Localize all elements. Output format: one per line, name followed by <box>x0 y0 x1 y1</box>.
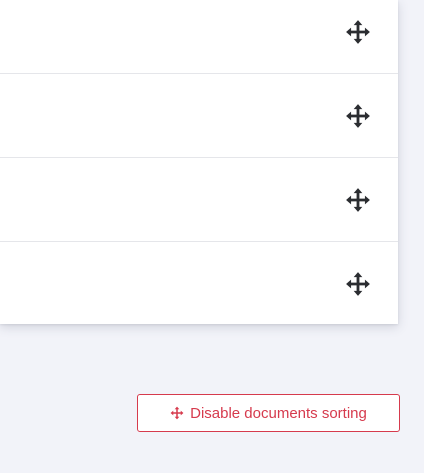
move-arrows-icon[interactable] <box>344 186 372 214</box>
move-arrows-icon[interactable] <box>344 18 372 46</box>
disable-sorting-label: Disable documents sorting <box>190 404 367 422</box>
move-arrows-icon[interactable] <box>344 102 372 130</box>
disable-sorting-button[interactable]: Disable documents sorting <box>137 394 400 432</box>
move-arrows-icon[interactable] <box>344 270 372 298</box>
list-item <box>0 74 398 158</box>
list-item <box>0 158 398 242</box>
list-item <box>0 242 398 326</box>
move-arrows-icon <box>170 406 184 420</box>
list-item <box>0 0 398 74</box>
document-list <box>0 0 398 324</box>
